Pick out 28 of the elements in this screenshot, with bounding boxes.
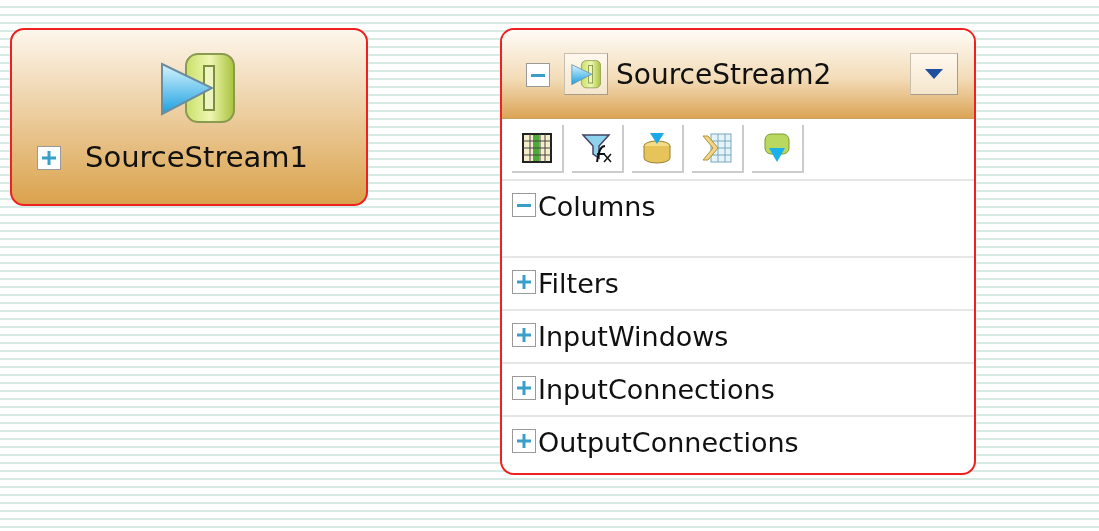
node-title: SourceStream2 (616, 57, 832, 91)
caret-icon (924, 68, 944, 80)
toolbar-button[interactable] (512, 125, 564, 173)
filter-function-icon (581, 132, 613, 164)
expand-icon[interactable] (512, 429, 536, 453)
stream-node[interactable]: SourceStream2 Columns Filters InputWindows InputConnections OutputConnections (500, 28, 976, 475)
toolbar-button[interactable] (572, 125, 624, 173)
expand-icon[interactable] (512, 323, 536, 347)
section-label[interactable]: OutputConnections (538, 427, 799, 459)
stream-arrow-icon (761, 132, 793, 164)
expand-icon[interactable] (512, 376, 536, 400)
section-label[interactable]: InputWindows (538, 321, 729, 353)
database-arrow-icon (641, 132, 673, 164)
node-title: SourceStream1 (85, 140, 308, 174)
expand-icon[interactable] (37, 146, 61, 170)
stream-icon (571, 59, 601, 89)
stream-node[interactable]: SourceStream1 (10, 28, 368, 206)
grid-arrow-icon (701, 132, 733, 164)
expand-icon[interactable] (512, 270, 536, 294)
collapse-icon[interactable] (526, 63, 550, 87)
collapse-icon[interactable] (512, 193, 536, 217)
stream-icon (160, 52, 236, 124)
section-label[interactable]: Filters (538, 268, 619, 300)
dropdown-button[interactable] (910, 53, 958, 95)
section-label[interactable]: InputConnections (538, 374, 775, 406)
stream-icon-button[interactable] (564, 53, 608, 95)
section-label[interactable]: Columns (538, 191, 656, 223)
table-icon (521, 132, 553, 164)
